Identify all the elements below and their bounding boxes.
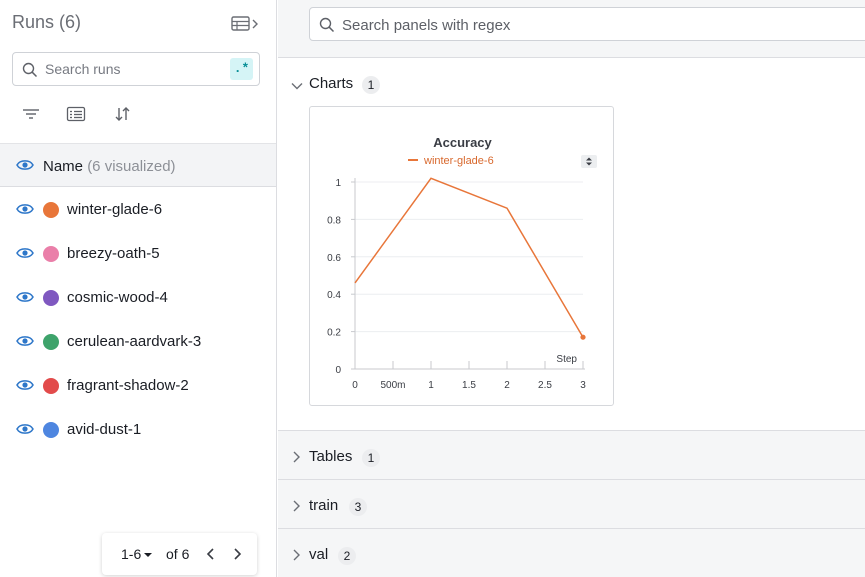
visualized-count: (6 visualized)	[87, 158, 176, 175]
search-icon	[22, 62, 38, 83]
eye-icon[interactable]	[16, 422, 34, 441]
run-name: breezy-oath-5	[67, 245, 160, 262]
filter-icon[interactable]	[20, 103, 42, 125]
section-count-badge: 2	[338, 547, 356, 565]
workspace: Charts 1 0 0.2 0.4 0.6 0.8 1 0 500m 1 1.5 2 2.5 3 Ste…	[278, 0, 865, 577]
page-range-select[interactable]: 1-6	[121, 546, 153, 562]
series-line	[354, 177, 584, 338]
section-val[interactable]: val 2	[278, 529, 865, 577]
section-count-badge: 1	[362, 76, 380, 94]
y-tick-label: 0.8	[327, 215, 341, 226]
legend-sort-icon[interactable]	[581, 155, 597, 168]
run-row[interactable]: fragrant-shadow-2	[0, 364, 276, 408]
section-count-badge: 1	[362, 449, 380, 467]
eye-icon[interactable]	[16, 246, 34, 265]
run-color-dot[interactable]	[43, 334, 59, 350]
next-page-icon[interactable]	[232, 547, 242, 566]
accuracy-chart-panel[interactable]: 0 0.2 0.4 0.6 0.8 1 0 500m 1 1.5 2 2.5 3 Step Accurac…	[309, 106, 614, 406]
run-color-dot[interactable]	[43, 246, 59, 262]
pagination: 1-6 of 6	[102, 533, 257, 575]
section-tables[interactable]: Tables 1	[278, 431, 865, 479]
run-name: fragrant-shadow-2	[67, 377, 189, 394]
legend-label: winter-glade-6	[424, 155, 494, 167]
run-name: winter-glade-6	[67, 201, 163, 218]
run-row[interactable]: cosmic-wood-4	[0, 276, 276, 320]
x-tick-label: 2.5	[538, 380, 552, 391]
sort-icon[interactable]	[112, 103, 134, 125]
group-icon[interactable]	[65, 103, 87, 125]
run-row[interactable]: cerulean-aardvark-3	[0, 320, 276, 364]
x-tick-label: 3	[580, 380, 586, 391]
runs-search-box: .*	[12, 52, 260, 86]
run-row[interactable]: breezy-oath-5	[0, 232, 276, 276]
x-tick-label: 1.5	[462, 380, 476, 391]
chevron-down-icon	[291, 78, 303, 96]
legend-swatch	[408, 159, 418, 162]
chevron-right-icon	[291, 450, 301, 468]
y-tick-label: 0.6	[327, 253, 341, 264]
caret-down-icon	[144, 553, 153, 557]
section-train[interactable]: train 3	[278, 480, 865, 528]
panel-search-box	[309, 7, 865, 41]
y-tick-label: 0.4	[327, 290, 341, 301]
section-title: Tables	[309, 448, 353, 465]
x-tick-label: 500m	[380, 380, 405, 391]
section-title: val	[309, 546, 329, 563]
eye-icon[interactable]	[16, 378, 34, 397]
eye-icon[interactable]	[16, 202, 34, 221]
run-color-dot[interactable]	[43, 202, 59, 218]
runs-search-input[interactable]	[45, 59, 230, 79]
run-color-dot[interactable]	[43, 422, 59, 438]
name-column-label: Name	[43, 158, 84, 175]
section-charts[interactable]: Charts 1	[278, 58, 865, 106]
y-tick-label: 0	[335, 365, 341, 376]
regex-toggle-button[interactable]: .*	[230, 58, 253, 80]
run-name: avid-dust-1	[67, 421, 142, 438]
run-name: cerulean-aardvark-3	[67, 333, 202, 350]
page-total: of 6	[166, 546, 190, 562]
eye-icon[interactable]	[16, 334, 34, 353]
x-tick-label: 1	[428, 380, 434, 391]
chevron-right-icon	[291, 548, 301, 566]
run-row[interactable]: winter-glade-6	[0, 188, 276, 232]
x-tick-label: 2	[504, 380, 510, 391]
run-color-dot[interactable]	[43, 290, 59, 306]
series-end-point	[580, 334, 586, 340]
run-name: cosmic-wood-4	[67, 289, 168, 306]
section-count-badge: 3	[349, 498, 367, 516]
panel-search-input[interactable]	[342, 15, 742, 35]
expand-table-icon[interactable]	[231, 15, 261, 33]
runs-panel: Runs (6) .* Name (6 visualized) winter-g…	[0, 0, 277, 577]
chart-title: Accuracy	[433, 135, 492, 150]
runs-name-header: Name (6 visualized)	[0, 143, 276, 187]
section-title: train	[309, 497, 339, 514]
search-icon	[319, 17, 335, 38]
eye-icon[interactable]	[16, 290, 34, 309]
y-tick-label: 0.2	[327, 328, 341, 339]
run-row[interactable]: avid-dust-1	[0, 408, 276, 452]
prev-page-icon[interactable]	[206, 547, 216, 566]
run-color-dot[interactable]	[43, 378, 59, 394]
y-tick-label: 1	[335, 178, 341, 189]
page-range-label: 1-6	[121, 546, 142, 562]
eye-icon[interactable]	[16, 158, 34, 177]
chevron-right-icon	[291, 499, 301, 517]
section-title: Charts	[309, 75, 354, 92]
chart-legend: winter-glade-6	[408, 155, 494, 167]
x-axis-label: Step	[556, 354, 577, 365]
x-tick-label: 0	[352, 380, 358, 391]
line-chart: 0 0.2 0.4 0.6 0.8 1 0 500m 1 1.5 2 2.5 3 Step	[327, 177, 586, 391]
runs-title: Runs (6)	[12, 12, 82, 32]
